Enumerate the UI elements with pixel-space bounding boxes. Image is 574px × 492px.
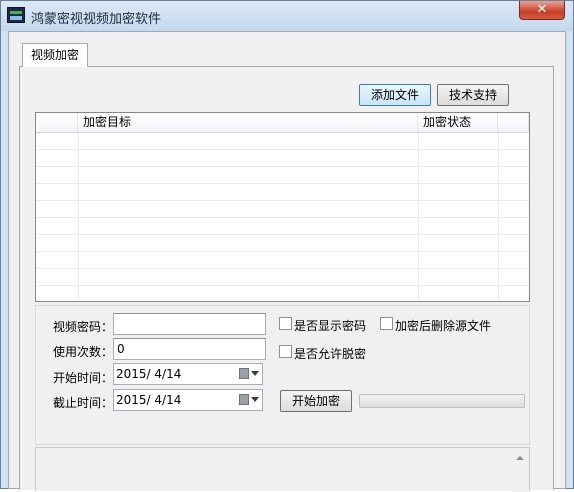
end-date-value: 2015/ 4/14 [116,393,182,407]
delete-source-checkbox[interactable] [380,317,393,330]
list-row [36,269,529,286]
allow-decrypt-label[interactable]: 是否允许脱密 [294,345,366,362]
start-date-dropdown[interactable] [239,368,259,380]
chevron-down-icon [251,397,259,402]
log-textarea[interactable] [35,447,530,492]
uses-input[interactable] [113,338,266,360]
tab-page: 添加文件 技术支持 加密目标 加密状态 视频密码： 使用次数： 0 开始时间： … [19,66,554,492]
start-time-label: 开始时间： [53,371,114,385]
chevron-up-icon[interactable] [516,456,524,460]
tab-video-encrypt[interactable]: 视频加密 [22,43,89,67]
end-time-label: 截止时间： [53,396,114,410]
start-date-value: 2015/ 4/14 [116,367,182,381]
add-file-button[interactable]: 添加文件 [359,84,431,106]
column-divider [418,133,419,301]
allow-decrypt-checkbox[interactable] [279,345,292,358]
list-row [36,252,529,269]
list-row [36,150,529,167]
list-row [36,218,529,235]
file-list[interactable]: 加密目标 加密状态 [35,112,530,302]
app-icon [7,7,25,23]
title-bar[interactable]: 鸿蒙密视视频加密软件 ✕ [1,1,573,31]
close-button[interactable]: ✕ [519,1,565,20]
window-title: 鸿蒙密视视频加密软件 [31,12,162,27]
log-scrollbar[interactable] [512,448,529,492]
calendar-icon [239,368,249,379]
chevron-down-icon [251,371,259,376]
show-password-checkbox[interactable] [279,317,292,330]
column-header-blank[interactable] [36,113,78,133]
column-divider [78,133,79,301]
start-encrypt-button[interactable]: 开始加密 [280,390,352,412]
uses-label: 使用次数： [53,345,114,359]
file-list-header: 加密目标 加密状态 [36,113,529,133]
delete-source-label[interactable]: 加密后删除源文件 [395,317,491,334]
column-header-status[interactable]: 加密状态 [418,113,498,133]
password-input[interactable] [113,313,266,335]
list-row [36,235,529,252]
column-divider [498,133,499,301]
list-row [36,201,529,218]
end-date-picker[interactable]: 2015/ 4/14 [113,389,263,411]
end-date-dropdown[interactable] [239,394,259,406]
client-area: 视频加密 添加文件 技术支持 加密目标 加密状态 视频密码： 使用次数： 0 开… [8,31,566,492]
password-label: 视频密码： [53,320,114,334]
main-window: 鸿蒙密视视频加密软件 ✕ 视频加密 添加文件 技术支持 加密目标 加密状态 视频… [0,0,574,492]
tech-support-button[interactable]: 技术支持 [437,84,509,106]
list-row [36,184,529,201]
show-password-label[interactable]: 是否显示密码 [294,317,366,334]
calendar-icon [239,394,249,405]
settings-group: 视频密码： 使用次数： 开始时间： 2015/ 4/14 截止时间： 2015/… [35,305,530,445]
start-date-picker[interactable]: 2015/ 4/14 [113,363,263,385]
list-row [36,133,529,150]
column-header-spare [498,113,529,133]
list-row [36,167,529,184]
encrypt-progress-bar [359,394,525,408]
column-header-target[interactable]: 加密目标 [78,113,418,133]
